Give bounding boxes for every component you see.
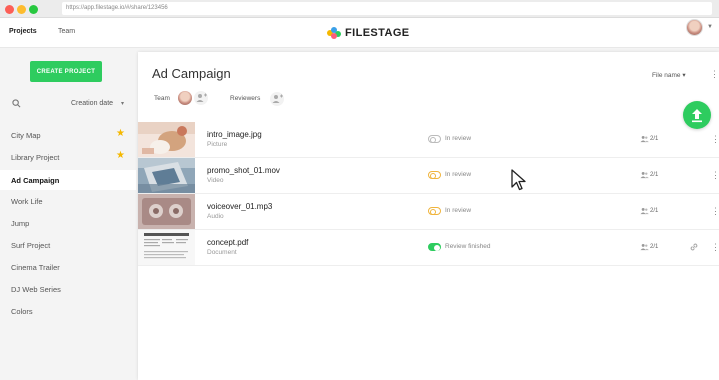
close-window-button[interactable] [5, 5, 14, 14]
avatar[interactable] [178, 91, 192, 105]
page-title: Ad Campaign [152, 66, 231, 81]
file-type: Document [207, 249, 237, 256]
review-count: 2/1 [650, 244, 659, 250]
file-name[interactable]: intro_image.jpg [207, 130, 262, 139]
people-icon [640, 207, 649, 215]
sidebar-sort-row: Creation date ▾ [0, 95, 136, 113]
sidebar-item-label: Ad Campaign [11, 176, 60, 185]
file-thumbnail[interactable] [138, 122, 195, 157]
sidebar-item-label: Cinema Trailer [11, 263, 60, 272]
sidebar-item-jump[interactable]: Jump [0, 213, 136, 233]
sidebar-item-label: Work Life [11, 197, 43, 206]
create-project-button[interactable]: CREATE PROJECT [30, 61, 102, 82]
kebab-menu-icon[interactable]: ⋮ [710, 70, 719, 79]
sidebar-item-city-map[interactable]: City Map ★ [0, 125, 136, 145]
sidebar-item-dj-web-series[interactable]: DJ Web Series [0, 279, 136, 299]
review-count: 2/1 [650, 136, 659, 142]
logo-text: FILESTAGE [345, 27, 410, 39]
kebab-menu-icon[interactable]: ⋮ [711, 171, 719, 180]
browser-chrome: https://app.filestage.io/#/share/123456 [0, 0, 719, 18]
file-type: Video [207, 177, 224, 184]
star-icon[interactable]: ★ [116, 129, 125, 139]
sort-dropdown[interactable]: Creation date [71, 100, 113, 107]
sidebar-item-surf-project[interactable]: Surf Project [0, 235, 136, 255]
sidebar-item-label: DJ Web Series [11, 285, 61, 294]
review-count: 2/1 [650, 208, 659, 214]
people-icon [640, 243, 649, 251]
status-text: Review finished [445, 243, 491, 250]
file-thumbnail[interactable] [138, 158, 195, 193]
minimize-window-button[interactable] [17, 5, 26, 14]
star-icon[interactable]: ★ [116, 151, 125, 161]
file-type: Picture [207, 141, 228, 148]
status-text: In review [445, 135, 472, 142]
file-row[interactable]: voiceover_01.mp3 Audio In review 2/1 ⋮ [138, 194, 719, 230]
file-name[interactable]: voiceover_01.mp3 [207, 202, 272, 211]
reviewers-label: Reviewers [230, 95, 261, 102]
kebab-menu-icon[interactable]: ⋮ [711, 135, 719, 144]
user-avatar[interactable] [686, 19, 703, 36]
sidebar-item-label: Surf Project [11, 241, 51, 250]
logo-mark-icon [327, 27, 341, 39]
search-icon[interactable] [12, 99, 21, 108]
chevron-down-icon[interactable]: ▾ [121, 100, 124, 107]
people-icon [640, 135, 649, 143]
top-nav: Projects Team FILESTAGE [0, 18, 719, 48]
file-thumbnail[interactable] [138, 194, 195, 229]
chevron-down-icon[interactable]: ▼ [707, 24, 713, 30]
team-label: Team [154, 95, 170, 102]
review-status-toggle[interactable] [428, 135, 441, 143]
sidebar-item-work-life[interactable]: Work Life [0, 191, 136, 211]
status-text: In review [445, 207, 472, 214]
sidebar-item-label: Colors [11, 307, 33, 316]
file-thumbnail[interactable] [138, 230, 195, 265]
review-status-toggle[interactable] [428, 243, 441, 251]
file-sort-label: File name [652, 72, 681, 79]
sidebar-item-library-project[interactable]: Library Project ★ [0, 147, 136, 167]
file-name[interactable]: promo_shot_01.mov [207, 166, 280, 175]
sidebar-item-label: City Map [11, 131, 41, 140]
file-row[interactable]: intro_image.jpg Picture In review 2/1 ⋮ [138, 122, 719, 158]
add-person-icon[interactable] [270, 92, 284, 106]
link-icon[interactable] [689, 242, 699, 252]
nav-projects[interactable]: Projects [9, 28, 37, 35]
project-panel: Ad Campaign File name ▾ ⋮ Team Reviewers [138, 52, 719, 380]
project-sidebar: CREATE PROJECT Creation date ▾ City Map … [0, 49, 136, 380]
kebab-menu-icon[interactable]: ⋮ [711, 207, 719, 216]
review-status-toggle[interactable] [428, 171, 441, 179]
sidebar-item-colors[interactable]: Colors [0, 301, 136, 321]
file-row[interactable]: promo_shot_01.mov Video In review 2/1 ⋮ [138, 158, 719, 194]
add-person-icon[interactable] [194, 91, 208, 105]
sidebar-item-label: Jump [11, 219, 30, 228]
sidebar-item-label: Library Project [11, 153, 60, 162]
filestage-logo[interactable]: FILESTAGE [327, 25, 410, 41]
sidebar-item-ad-campaign[interactable]: Ad Campaign [0, 170, 136, 190]
file-sort-dropdown[interactable]: File name ▾ [652, 71, 686, 79]
review-status-toggle[interactable] [428, 207, 441, 215]
mouse-cursor-icon [511, 169, 526, 191]
file-name[interactable]: concept.pdf [207, 238, 248, 247]
status-text: In review [445, 171, 472, 178]
kebab-menu-icon[interactable]: ⋮ [711, 243, 719, 252]
maximize-window-button[interactable] [29, 5, 38, 14]
sidebar-item-cinema-trailer[interactable]: Cinema Trailer [0, 257, 136, 277]
review-count: 2/1 [650, 172, 659, 178]
address-bar[interactable]: https://app.filestage.io/#/share/123456 [62, 2, 712, 15]
file-row[interactable]: concept.pdf Document Review finished 2/1… [138, 230, 719, 266]
nav-team[interactable]: Team [58, 28, 75, 35]
file-type: Audio [207, 213, 224, 220]
people-icon [640, 171, 649, 179]
